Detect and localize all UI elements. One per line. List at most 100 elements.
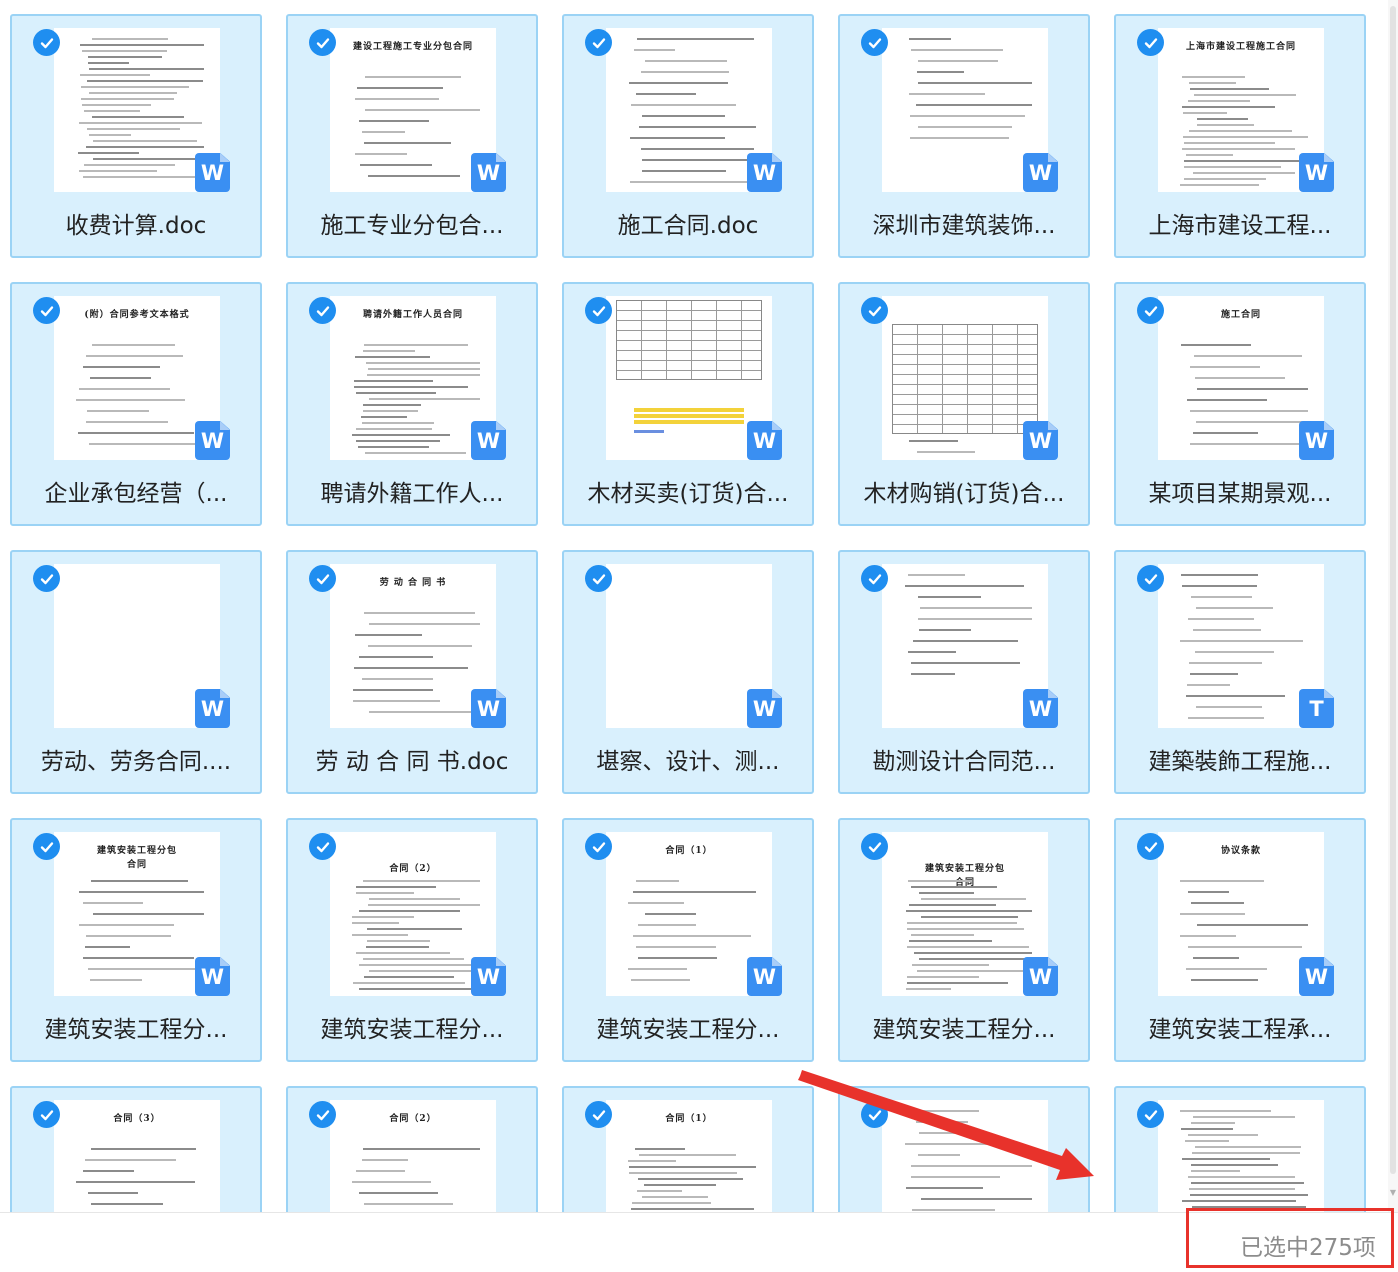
selected-check-icon[interactable] [861,833,888,860]
selected-check-icon[interactable] [33,565,60,592]
preview-text-line [363,958,464,960]
preview-text-line [85,946,130,948]
preview-text-line [81,98,174,100]
preview-text-line [359,988,477,990]
file-name-label: 建筑安装工程分... [596,1017,780,1043]
preview-text-line [82,104,151,106]
preview-text-line [79,388,170,390]
file-tile[interactable]: W 木材买卖(订货)合... [562,282,814,526]
file-tile[interactable]: T 建築裝飾工程施... [1114,550,1366,794]
preview-text-line [628,1160,676,1162]
word-file-icon: W [1023,957,1058,996]
word-file-icon: W [1299,957,1334,996]
selected-check-icon[interactable] [33,297,60,324]
file-tile[interactable]: 施工合同 W 某项目某期景观... [1114,282,1366,526]
preview-text-line [1186,695,1285,697]
file-tile[interactable]: W 深圳市建筑装饰... [838,14,1090,258]
preview-text-line [79,924,174,926]
selected-check-icon[interactable] [861,297,888,324]
preview-text-line [1183,112,1227,114]
selected-check-icon[interactable] [309,565,336,592]
preview-text-line [363,404,421,406]
preview-text-line [83,902,143,904]
selected-check-icon[interactable] [33,1101,60,1128]
preview-text-line [1182,76,1245,78]
preview-text-line [76,399,185,401]
thumbnail-title: 合同（3） [113,1114,161,1124]
preview-text-line [1180,913,1245,915]
file-tile[interactable]: 劳 动 合 同 书 W 劳 动 合 同 书.doc [286,550,538,794]
preview-text-line [368,368,480,370]
file-tile[interactable]: 建筑安装工程分包 合同 W 建筑安装工程分... [10,818,262,1062]
selected-check-icon[interactable] [1137,1101,1164,1128]
file-tile[interactable]: 建设工程施工专业分包合同 W 施工专业分包合... [286,14,538,258]
thumbnail-title: 合同（2） [389,1114,437,1124]
selected-check-icon[interactable] [585,29,612,56]
preview-text-line [919,892,974,894]
preview-text-line [1184,166,1281,168]
scrollbar-thumb[interactable] [1390,6,1396,1174]
selected-check-icon[interactable] [585,297,612,324]
selected-check-icon[interactable] [309,297,336,324]
preview-text-line [1191,1164,1278,1166]
file-tile[interactable]: 聘请外籍工作人员合同 W 聘请外籍工作人... [286,282,538,526]
thumbnail-title: 合同（2） [389,864,437,874]
preview-text-line [358,446,429,448]
preview-text-line [89,443,196,445]
preview-text-line [1190,88,1269,90]
thumbnail-title: (附）合同参考文本格式 [84,310,190,320]
preview-text-line [1191,1170,1240,1172]
selected-check-icon[interactable] [309,29,336,56]
preview-text-line [907,946,1029,948]
file-tile[interactable]: W 收费计算.doc [10,14,262,258]
preview-text-line [918,82,1032,84]
preview-text-line [367,928,462,930]
file-tile[interactable]: 合同（2） W 建筑安装工程分... [286,818,538,1062]
preview-text-line [1197,118,1248,120]
preview-text-line [918,596,981,598]
preview-text-line [355,356,430,358]
selected-check-icon[interactable] [1137,565,1164,592]
selected-check-icon[interactable] [585,565,612,592]
selected-check-icon[interactable] [1137,297,1164,324]
file-tile[interactable]: 合同（2） [286,1086,538,1212]
preview-text-line [1191,979,1258,981]
selected-check-icon[interactable] [33,29,60,56]
file-tile[interactable]: W 堪察、设计、测... [562,550,814,794]
scroll-down-icon[interactable]: ▼ [1388,1188,1398,1198]
word-file-icon: W [195,153,230,192]
selected-check-icon[interactable] [585,1101,612,1128]
preview-text-line [919,629,971,631]
selected-check-icon[interactable] [1137,29,1164,56]
file-tile[interactable]: 合同（1） W 建筑安装工程分... [562,818,814,1062]
preview-text-line [1182,1158,1270,1160]
file-tile[interactable]: 上海市建设工程施工合同 W 上海市建设工程... [1114,14,1366,258]
selected-check-icon[interactable] [1137,833,1164,860]
preview-text-line [88,56,162,58]
preview-text-line [360,164,432,166]
file-tile[interactable]: W 劳动、劳务合同.... [10,550,262,794]
file-tile[interactable]: W 木材购销(订货)合... [838,282,1090,526]
selected-check-icon[interactable] [33,833,60,860]
preview-text-line [1180,935,1236,937]
selected-check-icon[interactable] [309,833,336,860]
preview-text-line [92,116,184,118]
selected-check-icon[interactable] [861,29,888,56]
preview-text-line [352,916,414,918]
file-tile[interactable]: (附）合同参考文本格式 W 企业承包经营（... [10,282,262,526]
file-tile[interactable]: 合同（3） [10,1086,262,1212]
file-tile[interactable] [1114,1086,1366,1212]
preview-text-line [907,982,1008,984]
file-tile[interactable]: 协议条款 W 建筑安装工程承... [1114,818,1366,1062]
preview-text-line [641,71,729,73]
file-tile[interactable]: W 勘测设计合同范... [838,550,1090,794]
file-tile[interactable]: W 施工合同.doc [562,14,814,258]
selected-check-icon[interactable] [861,565,888,592]
file-tile[interactable]: 建筑安装工程分包 合同 W 建筑安装工程分... [838,818,1090,1062]
selected-check-icon[interactable] [309,1101,336,1128]
preview-text-line [1187,684,1230,686]
preview-text-line [356,1170,405,1172]
selected-check-icon[interactable] [585,833,612,860]
preview-text-line [1190,1194,1308,1196]
file-tile[interactable]: 合同（1） [562,1086,814,1212]
